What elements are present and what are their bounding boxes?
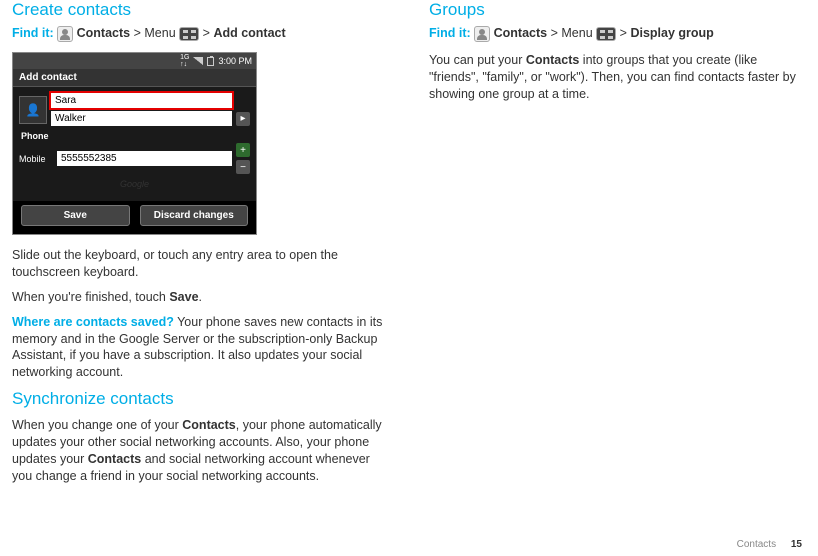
p-sync-b: Contacts xyxy=(182,418,235,432)
add-contact-word: Add contact xyxy=(213,26,285,40)
heading-create-contacts: Create contacts xyxy=(12,0,389,20)
gt-4: > xyxy=(620,26,627,40)
p-slide-keyboard: Slide out the keyboard, or touch any ent… xyxy=(12,247,389,281)
expand-name-button[interactable]: ▸ xyxy=(236,112,250,126)
p-finished-a: When you're finished, touch xyxy=(12,290,169,304)
phone-mockup: 1G↑↓ 3:00 PM Add contact 👤 Sara Walker ▸ xyxy=(12,52,257,235)
find-it-label-2: Find it: xyxy=(429,26,471,40)
q-where: Where are contacts saved? xyxy=(12,315,174,329)
heading-groups: Groups xyxy=(429,0,806,20)
discard-button[interactable]: Discard changes xyxy=(140,205,249,226)
clock-text: 3:00 PM xyxy=(218,56,252,66)
contacts-word-2: Contacts xyxy=(494,26,547,40)
page-footer: Contacts 15 xyxy=(737,539,802,550)
gt-2: > xyxy=(203,26,210,40)
find-it-groups: Find it: Contacts > Menu > Display group xyxy=(429,24,806,42)
menu-icon xyxy=(179,27,199,41)
contacts-word: Contacts xyxy=(77,26,130,40)
google-watermark: Google xyxy=(19,177,250,195)
battery-icon xyxy=(207,57,214,66)
p-where-saved: Where are contacts saved? Your phone sav… xyxy=(12,314,389,382)
menu-word: Menu xyxy=(144,26,175,40)
status-bar: 1G↑↓ 3:00 PM xyxy=(13,53,256,69)
mobile-field[interactable]: 5555552385 xyxy=(57,151,232,166)
last-name-field[interactable]: Walker xyxy=(51,111,232,126)
menu-word-2: Menu xyxy=(561,26,592,40)
p-sync-d: Contacts xyxy=(88,452,141,466)
p-finished-save: Save xyxy=(169,290,198,304)
p-sync: When you change one of your Contacts, yo… xyxy=(12,417,389,485)
screen-title: Add contact xyxy=(13,69,256,87)
contacts-icon xyxy=(57,26,73,42)
find-it-label: Find it: xyxy=(12,26,54,40)
display-group-word: Display group xyxy=(630,26,713,40)
footer-section: Contacts xyxy=(737,539,776,550)
menu-icon-2 xyxy=(596,27,616,41)
p-groups-a: You can put your xyxy=(429,53,526,67)
footer-page-number: 15 xyxy=(791,539,802,550)
signal-1g-icon: 1G↑↓ xyxy=(180,54,189,68)
p-groups: You can put your Contacts into groups th… xyxy=(429,52,806,103)
p-groups-b: Contacts xyxy=(526,53,579,67)
phone-section-label: Phone xyxy=(19,129,250,143)
first-name-field[interactable]: Sara xyxy=(51,93,232,108)
p-finished: When you're finished, touch Save. xyxy=(12,289,389,306)
find-it-create: Find it: Contacts > Menu > Add contact xyxy=(12,24,389,42)
form-area: 👤 Sara Walker ▸ Phone Mobile 5555552385 xyxy=(13,87,256,201)
gt-1: > xyxy=(134,26,141,40)
heading-sync-contacts: Synchronize contacts xyxy=(12,389,389,409)
save-button[interactable]: Save xyxy=(21,205,130,226)
gt-3: > xyxy=(551,26,558,40)
add-phone-button[interactable]: + xyxy=(236,143,250,157)
mobile-label[interactable]: Mobile xyxy=(19,154,53,164)
p-finished-c: . xyxy=(199,290,202,304)
signal-icon xyxy=(193,57,203,65)
remove-phone-button[interactable]: − xyxy=(236,160,250,174)
p-sync-a: When you change one of your xyxy=(12,418,182,432)
contact-photo-icon[interactable]: 👤 xyxy=(19,96,47,124)
contacts-icon-2 xyxy=(474,26,490,42)
